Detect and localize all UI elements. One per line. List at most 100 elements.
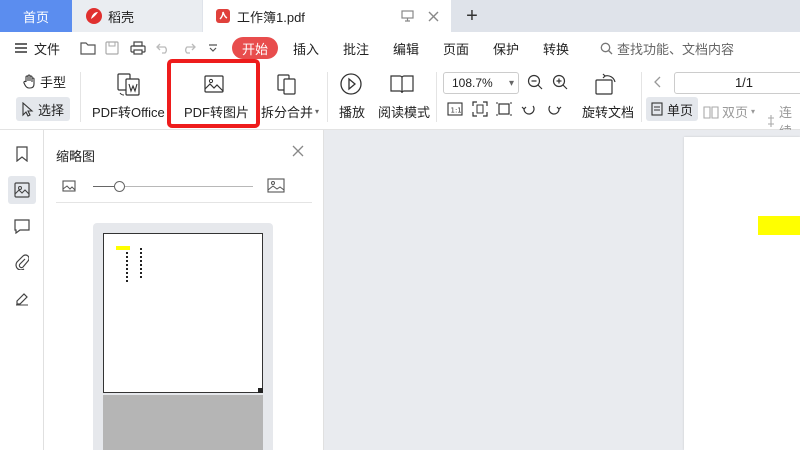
page-thumbnail[interactable] [93,223,273,450]
screen-icon[interactable] [401,10,414,22]
zoom-value: 108.7% [452,76,493,90]
menu-convert[interactable]: 转换 [543,32,569,64]
menu-page-label: 页面 [443,41,470,57]
chevron-down-icon: ▾ [315,107,320,116]
pdf-to-office-button[interactable]: PDF转Office ▾ [92,102,171,121]
single-page-icon [651,102,663,116]
play-label: 播放 [339,105,366,120]
menu-convert-label: 转换 [543,41,570,57]
previous-page-icon[interactable] [654,76,662,88]
new-tab-button[interactable]: + [460,0,484,32]
split-merge-button[interactable]: 拆分合并 ▾ [261,102,319,121]
menu-page[interactable]: 页面 [443,32,469,64]
pdf-file-icon [215,8,231,24]
double-page-button[interactable]: 双页 ▾ [703,102,755,121]
search-placeholder: 查找功能、文档内容 [617,41,735,57]
split-merge-icon [275,72,299,96]
select-tool-label: 选择 [38,102,65,118]
svg-text:1:1: 1:1 [451,107,462,115]
highlighted-cell [758,216,800,235]
menu-annotate[interactable]: 批注 [343,32,369,64]
tab-bar: 首页 稻壳 工作簿1.pdf + [0,0,800,32]
attachment-icon[interactable] [8,248,36,276]
zoom-select[interactable]: 108.7% ▾ [443,72,519,94]
save-icon[interactable] [105,32,119,64]
rotate-left-icon[interactable] [521,101,537,117]
actual-size-icon[interactable]: 1:1 [447,101,463,117]
rotate-document-label: 旋转文档 [582,105,635,120]
rotate-document-button[interactable]: 旋转文档 [582,102,634,121]
select-tool-button[interactable]: 选择 [16,97,71,121]
file-menu-label: 文件 [34,41,61,57]
tab-home-label: 首页 [22,9,49,25]
double-page-icon [703,105,719,119]
open-folder-icon[interactable] [80,32,96,64]
thumbnail-size-slider-fill [93,186,115,187]
close-panel-icon[interactable] [292,145,304,157]
thumbnail-icon[interactable] [8,176,36,204]
menu-protect-label: 保护 [493,41,520,57]
thumbnail-size-slider-handle[interactable] [114,181,125,192]
page-number-input[interactable]: 1/1 [674,72,800,94]
hand-tool-label: 手型 [40,75,67,90]
search-box[interactable]: 查找功能、文档内容 [600,32,734,64]
tab-start-label: 开始 [242,41,269,57]
divider [641,72,642,122]
fit-page-icon[interactable] [472,101,488,117]
menu-edit-label: 编辑 [393,41,420,57]
file-menu[interactable]: 文件 [14,32,60,64]
left-rail [0,130,44,450]
continuous-icon [766,114,776,128]
page-number-value: 1/1 [734,75,754,90]
pdf-to-office-icon [116,71,142,97]
rotate-right-icon[interactable] [546,101,562,117]
tab-start[interactable]: 开始 [232,37,279,59]
single-page-button[interactable]: 单页 [646,97,699,121]
menu-bar: 文件 开始 插入 批注 编辑 页面 保护 转换 查找功能、文档内容 [0,32,800,64]
fit-width-icon[interactable] [496,101,512,117]
pdf-to-office-label: PDF转Office [92,105,165,120]
document-viewport[interactable] [324,130,800,450]
thumbnail-panel: 缩略图 [44,130,324,450]
chevron-down-icon: ▾ [751,107,756,116]
play-button[interactable]: 播放 [339,102,365,121]
double-page-label: 双页 [722,105,749,120]
small-image-icon[interactable] [62,180,76,192]
close-tab-icon[interactable] [428,11,439,22]
hand-icon [22,74,36,89]
highlight-annotation [167,59,260,128]
menu-annotate-label: 批注 [343,41,370,57]
menu-protect[interactable]: 保护 [493,32,519,64]
bookmark-icon[interactable] [8,140,36,168]
menu-insert[interactable]: 插入 [293,32,319,64]
document-page [684,137,800,450]
read-mode-button[interactable]: 阅读模式 [378,102,430,121]
zoom-in-icon[interactable] [552,74,568,90]
split-merge-label: 拆分合并 [261,105,314,120]
play-icon [339,72,363,96]
menu-edit[interactable]: 编辑 [393,32,419,64]
cursor-arrow-icon [22,101,34,117]
thumbnail-page-preview [103,233,263,393]
search-icon [600,42,613,55]
hand-tool-button[interactable]: 手型 [22,72,66,91]
chevron-down-icon: ▾ [508,77,514,89]
thumbnail-page-overflow [103,395,263,450]
zoom-out-icon[interactable] [527,74,543,90]
tab-daoke-label: 稻壳 [108,9,135,25]
tab-daoke[interactable]: 稻壳 [72,0,202,32]
rotate-document-icon [593,71,619,97]
thumbnail-panel-title: 缩略图 [56,149,96,164]
divider [80,72,81,122]
plus-icon: + [466,4,478,27]
comment-icon[interactable] [8,212,36,240]
signature-icon[interactable] [8,284,36,312]
large-image-icon[interactable] [267,178,285,193]
single-page-label: 单页 [667,102,694,118]
print-icon[interactable] [130,32,146,64]
read-mode-label: 阅读模式 [378,105,431,120]
tab-document[interactable]: 工作簿1.pdf [203,0,451,32]
tab-document-label: 工作簿1.pdf [237,9,305,25]
open-book-icon [389,72,415,96]
tab-home[interactable]: 首页 [0,0,72,32]
